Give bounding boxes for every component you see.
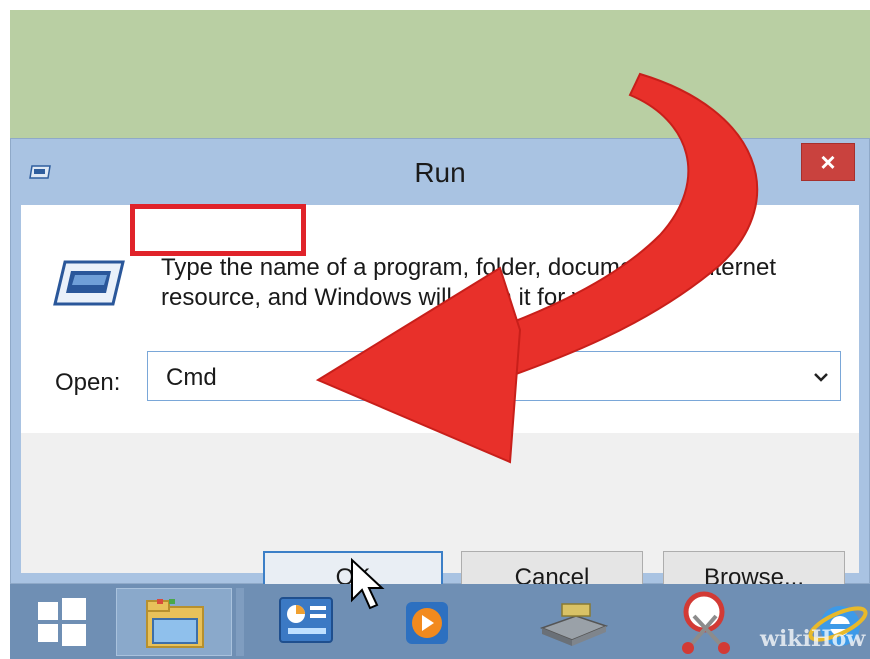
annotation-overlay <box>315 72 759 610</box>
red-arrow-head <box>315 266 522 464</box>
cursor-icon <box>351 557 385 610</box>
